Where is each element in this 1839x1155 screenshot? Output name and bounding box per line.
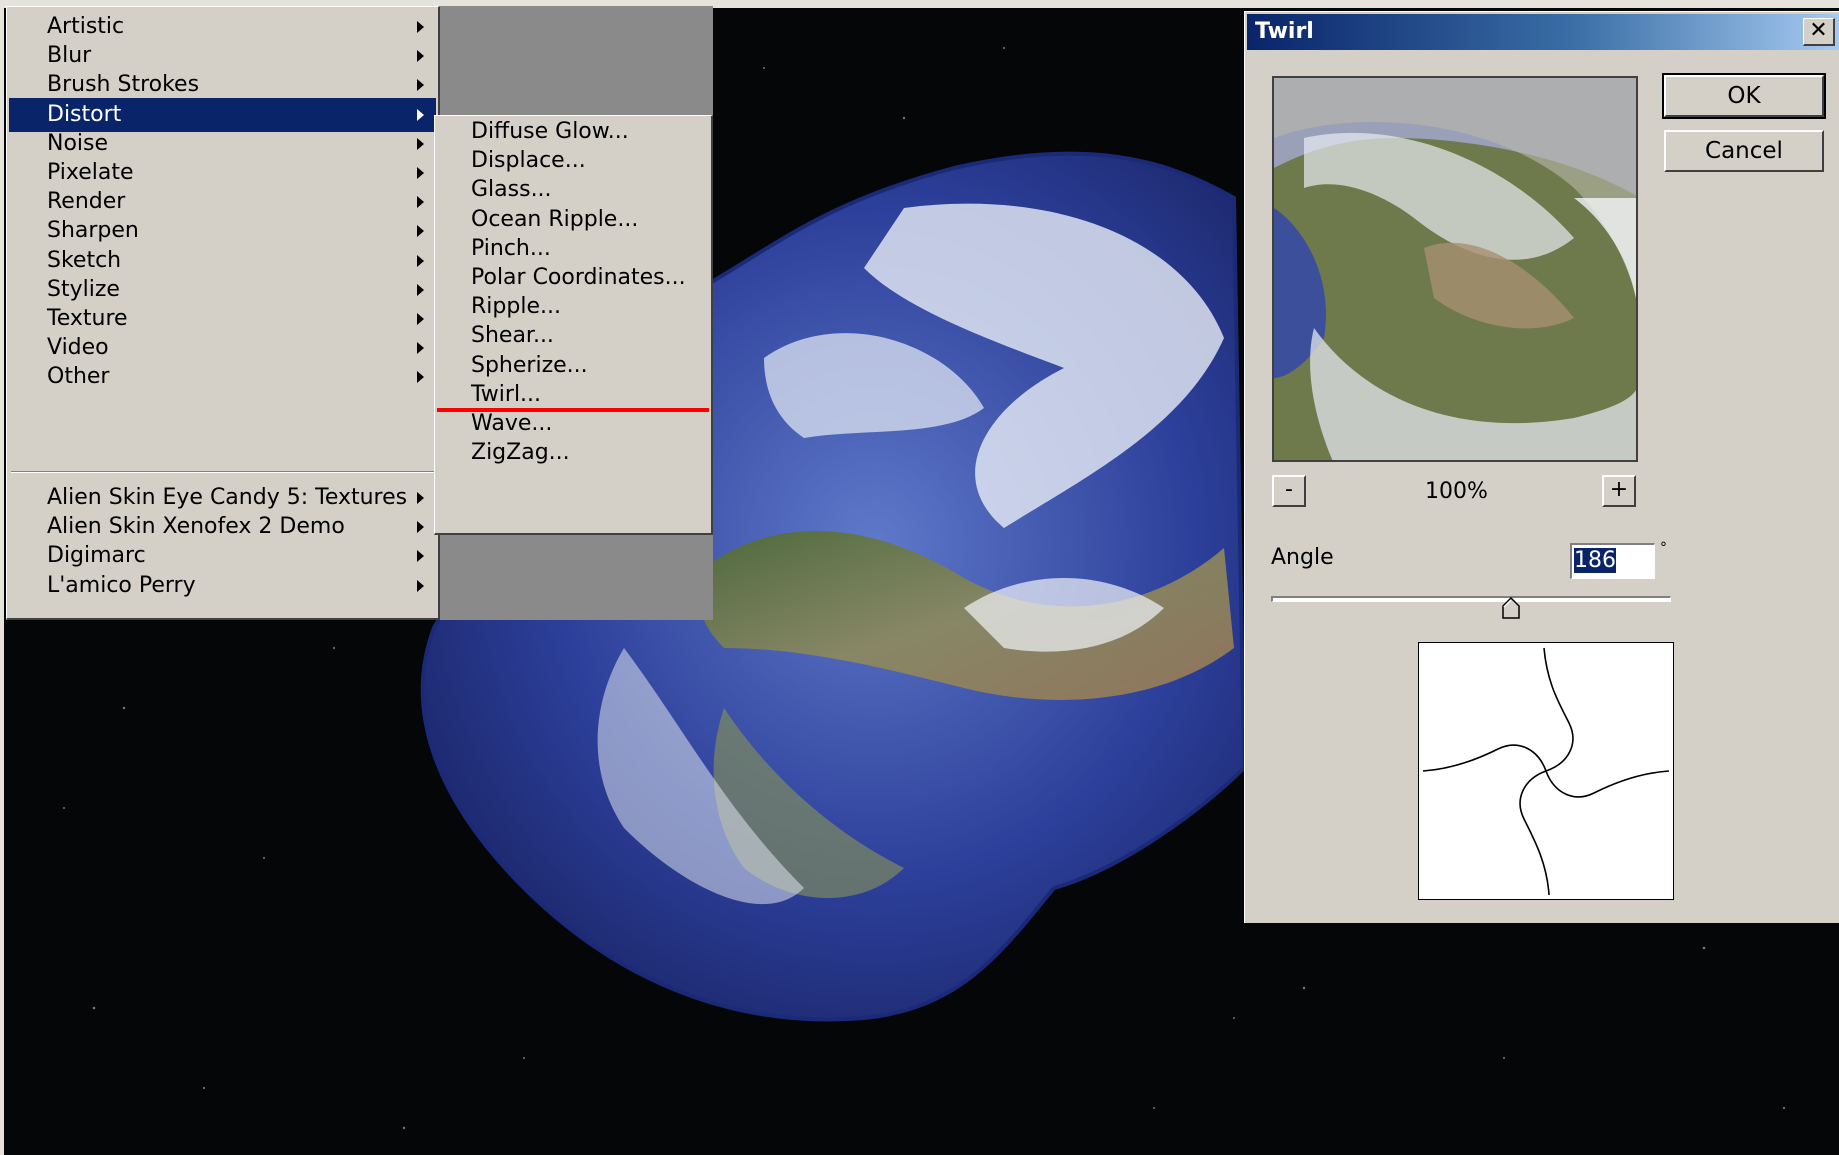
angle-value: 186 (1574, 548, 1616, 573)
submenu-arrow-icon (417, 521, 424, 534)
cancel-button[interactable]: Cancel (1664, 130, 1824, 172)
menu-item-label: Sketch (47, 247, 122, 273)
twirl-dialog: Twirl ✕ OK Cancel - 100% + Angle 186 ° (1244, 11, 1839, 923)
submenu-arrow-icon (417, 342, 424, 355)
filter-menu: Artistic Blur Brush Strokes Distort Noise Pix… (6, 6, 440, 620)
menu-separator (11, 471, 434, 473)
menu-item-label: Video (47, 335, 109, 361)
menu-item-other[interactable]: Other (9, 360, 436, 394)
menu-item-label: Alien Skin Eye Candy 5: Textures (47, 485, 408, 510)
angle-label: Angle (1271, 545, 1334, 570)
zoom-level: 100% (1425, 479, 1488, 504)
submenu-item-label: Pinch... (471, 235, 551, 261)
distort-submenu: Diffuse Glow... Displace... Glass... Ocean … (434, 115, 713, 535)
menu-item-label: Alien Skin Xenofex 2 Demo (47, 514, 345, 540)
submenu-arrow-icon (417, 579, 424, 592)
submenu-arrow-icon (417, 21, 424, 33)
submenu-item-label: Polar Coordinates... (471, 265, 686, 290)
menu-item-label: Sharpen (47, 218, 139, 244)
preview-image (1274, 78, 1636, 460)
menu-item-label: Render (47, 189, 126, 215)
submenu-arrow-icon (417, 550, 424, 563)
submenu-arrow-icon (417, 50, 424, 63)
submenu-item-label: Wave... (471, 411, 553, 436)
submenu-arrow-icon (417, 137, 424, 150)
submenu-item-label: Spherize... (471, 352, 588, 378)
submenu-arrow-icon (417, 167, 424, 179)
angle-slider[interactable] (1271, 596, 1671, 602)
menu-item-label: Digimarc (47, 543, 146, 569)
submenu-item-label: Shear... (471, 323, 554, 349)
zoom-in-button[interactable]: + (1602, 475, 1636, 507)
submenu-arrow-icon (417, 313, 424, 325)
angle-input[interactable]: 186 (1570, 543, 1655, 579)
submenu-arrow-icon (417, 371, 424, 384)
submenu-item-label: ZigZag... (471, 440, 570, 466)
degree-symbol: ° (1660, 540, 1667, 556)
menu-item-label: Blur (47, 43, 92, 69)
menu-item-label: Stylize (47, 276, 120, 302)
menu-item-label: Other (47, 364, 110, 390)
submenu-item-label: Displace... (471, 148, 586, 174)
filter-preview[interactable] (1272, 76, 1638, 462)
submenu-arrow-icon (417, 225, 424, 238)
close-icon[interactable]: ✕ (1803, 18, 1835, 46)
dialog-title: Twirl (1255, 19, 1314, 44)
submenu-item-label: Twirl... (471, 381, 542, 407)
submenu-arrow-icon (417, 283, 424, 296)
zoom-out-button[interactable]: - (1272, 475, 1306, 507)
menu-item-label: Distort (47, 101, 122, 127)
submenu-item-zigzag[interactable]: ZigZag... (437, 436, 709, 470)
submenu-item-label: Ocean Ripple... (471, 206, 639, 232)
twirl-pattern-icon (1422, 647, 1670, 896)
menu-item-label: Brush Strokes (47, 72, 200, 98)
submenu-arrow-icon (417, 196, 424, 209)
submenu-item-label: Diffuse Glow... (471, 119, 629, 144)
menu-item-label: Pixelate (47, 160, 134, 185)
submenu-arrow-icon (417, 79, 424, 92)
menu-item-label: Texture (47, 306, 128, 331)
ok-button[interactable]: OK (1662, 73, 1826, 119)
slider-thumb-icon[interactable] (1501, 597, 1521, 619)
twirl-diagram (1418, 642, 1674, 900)
dialog-titlebar[interactable]: Twirl ✕ (1247, 14, 1839, 50)
submenu-item-label: Glass... (471, 177, 552, 203)
menu-item-label: Artistic (47, 14, 125, 39)
submenu-item-label: Ripple... (471, 294, 561, 320)
menu-item-label: Noise (47, 130, 109, 156)
menu-item-label: L'amico Perry (47, 572, 196, 598)
menu-plugin-l-amico-perry[interactable]: L'amico Perry (9, 569, 436, 603)
submenu-arrow-icon (417, 492, 424, 504)
submenu-arrow-icon (417, 108, 424, 121)
submenu-arrow-icon (417, 254, 424, 267)
